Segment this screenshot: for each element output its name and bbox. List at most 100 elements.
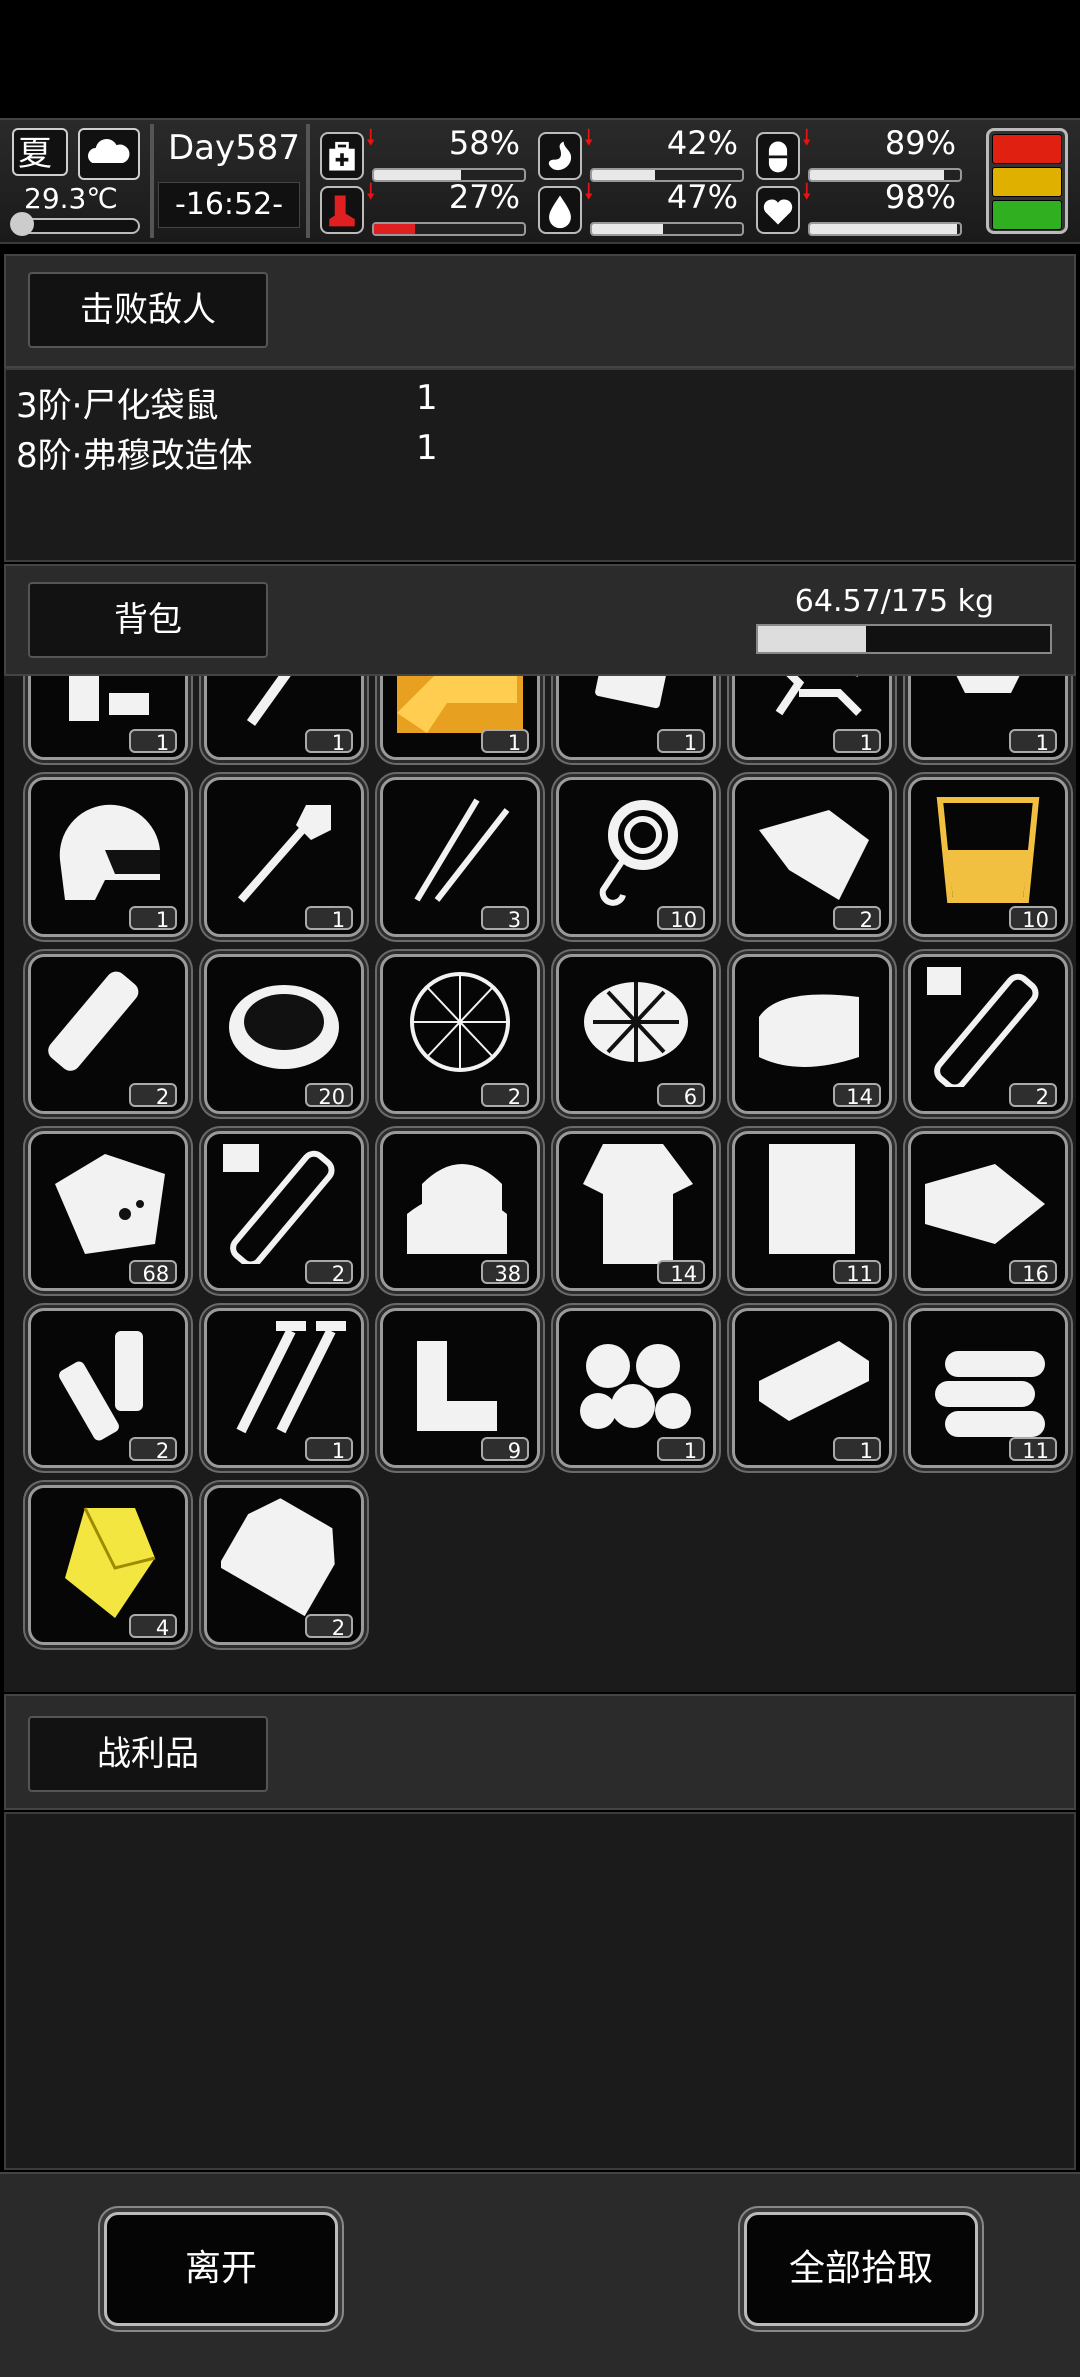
stat-bar-fill	[592, 170, 655, 180]
backpack-grid[interactable]: 1 1 1 1 1 1 1 1 3 10 2 10 2 20 2 6 14 2 68 2 38 14 11 16 2 1 9 1 1 11…	[4, 676, 1076, 1692]
inventory-slot[interactable]: 4	[28, 1485, 189, 1645]
vital-stat: 🠗 58%	[320, 124, 534, 184]
pill-icon	[756, 132, 800, 180]
folded-towel-icon	[759, 994, 860, 1067]
inventory-slot[interactable]: 1	[732, 676, 893, 760]
inventory-slot[interactable]: 1	[556, 1308, 717, 1468]
divider	[150, 124, 154, 238]
item-count: 4	[129, 1614, 178, 1640]
item-count: 2	[833, 906, 882, 932]
weight-bar	[756, 624, 1052, 654]
cloth-pile-icon	[407, 1164, 508, 1254]
soup-bowl-icon	[229, 985, 340, 1069]
status-bar: 夏 29.3℃ Day587 -16:52- 🠗 58% 🠗 42% 🠗 89% 🠗 27% 🠗…	[0, 118, 1080, 244]
alert-yellow-light	[992, 167, 1062, 197]
leave-button[interactable]: 离开	[104, 2212, 338, 2326]
alert-level-indicator[interactable]	[986, 128, 1068, 234]
inventory-slot[interactable]: 1	[204, 676, 365, 760]
inventory-slot[interactable]: 1	[28, 777, 189, 937]
inventory-slot[interactable]: 20	[204, 954, 365, 1114]
pick-all-button[interactable]: 全部拾取	[744, 2212, 978, 2326]
tweezers-icon	[414, 798, 510, 902]
inventory-slot[interactable]: 16	[907, 1131, 1068, 1291]
test-tube-4-icon	[223, 1144, 335, 1264]
item-count: 1	[305, 906, 354, 932]
inventory-slot[interactable]: 10	[556, 777, 717, 937]
fabric-icon	[924, 1164, 1045, 1244]
item-count: 1	[305, 729, 354, 755]
item-count: 2	[481, 1083, 530, 1109]
tab-loot[interactable]: 战利品	[28, 1716, 268, 1792]
paper-sheet-icon	[769, 1144, 856, 1254]
item-count: 11	[833, 1260, 882, 1286]
inventory-slot[interactable]: 9	[380, 1308, 541, 1468]
inventory-slot[interactable]: 2	[204, 1485, 365, 1645]
inventory-slot[interactable]: 1	[380, 676, 541, 760]
arrow-down-icon: 🠗	[802, 180, 812, 205]
inventory-slot[interactable]: 6	[556, 954, 717, 1114]
item-count: 2	[305, 1260, 354, 1286]
item-count: 1	[1008, 729, 1057, 755]
stat-value: 89%	[884, 124, 956, 162]
inventory-slot[interactable]: 2	[732, 777, 893, 937]
alert-red-light	[992, 134, 1062, 164]
loot-header: 战利品	[4, 1694, 1076, 1810]
item-count: 2	[305, 1614, 354, 1640]
tab-backpack[interactable]: 背包	[28, 582, 268, 658]
item-count: 20	[305, 1083, 354, 1109]
heart-icon	[756, 186, 800, 234]
enemy-count: 1	[416, 428, 438, 468]
enemy-count: 1	[416, 378, 438, 418]
inventory-slot[interactable]: 2	[28, 954, 189, 1114]
fuel-jar-icon	[936, 797, 1040, 903]
inventory-slot[interactable]: 11	[907, 1308, 1068, 1468]
bandage-roll-icon	[48, 971, 139, 1071]
inventory-slot[interactable]: 2	[380, 954, 541, 1114]
item-count: 10	[1008, 906, 1057, 932]
inventory-slot[interactable]: 1	[907, 676, 1068, 760]
stat-bar-fill	[810, 224, 957, 234]
inventory-slot[interactable]: 3	[380, 777, 541, 937]
defeated-enemies-list: 3阶·尸化袋鼠 1 8阶·弗穆改造体 1	[4, 368, 1076, 562]
inventory-slot[interactable]: 1	[204, 1308, 365, 1468]
vital-stat: 🠗 42%	[538, 124, 752, 184]
item-count: 1	[833, 729, 882, 755]
inventory-slot[interactable]: 10	[907, 777, 1068, 937]
arrow-down-icon: 🠗	[584, 180, 594, 205]
inventory-slot[interactable]: 1	[204, 777, 365, 937]
inventory-slot[interactable]: 2	[204, 1131, 365, 1291]
enemy-name: 3阶·尸化袋鼠	[16, 386, 219, 426]
defeated-header: 击败敌人	[4, 254, 1076, 368]
test-tube-1-icon	[926, 967, 1039, 1087]
thermometer-bulb	[10, 212, 34, 236]
golden-rifle-icon	[397, 676, 524, 733]
inventory-slot[interactable]: 1	[732, 1308, 893, 1468]
item-count: 14	[657, 1260, 706, 1286]
inventory-slot[interactable]: 14	[732, 954, 893, 1114]
tab-defeated-enemies[interactable]: 击败敌人	[28, 272, 268, 348]
scrap-parts-icon	[775, 676, 862, 716]
stat-value: 58%	[448, 124, 520, 162]
item-count: 2	[129, 1437, 178, 1463]
alert-green-light	[992, 200, 1062, 230]
inventory-slot[interactable]: 2	[28, 1308, 189, 1468]
weight-bar-fill	[758, 626, 866, 652]
water-drop-icon	[538, 186, 582, 234]
net-spiked-icon	[584, 982, 689, 1062]
weight-readout: 64.57/175 kg	[794, 584, 994, 619]
inventory-slot[interactable]: 68	[28, 1131, 189, 1291]
inventory-slot[interactable]: 1	[28, 676, 189, 760]
inventory-slot[interactable]: 2	[907, 954, 1068, 1114]
inventory-slot[interactable]: 38	[380, 1131, 541, 1291]
stomach-icon	[538, 132, 582, 180]
cloud-icon	[78, 128, 140, 180]
vital-stat: 🠗 27%	[320, 178, 534, 238]
item-count: 1	[129, 729, 178, 755]
inventory-slot[interactable]: 11	[732, 1131, 893, 1291]
item-count: 14	[833, 1083, 882, 1109]
inventory-slot[interactable]: 14	[556, 1131, 717, 1291]
inventory-slot[interactable]: 1	[556, 676, 717, 760]
stat-bar-fill	[374, 224, 415, 234]
backpack-header: 背包 64.57/175 kg	[4, 564, 1076, 676]
loot-list[interactable]	[4, 1812, 1076, 2170]
